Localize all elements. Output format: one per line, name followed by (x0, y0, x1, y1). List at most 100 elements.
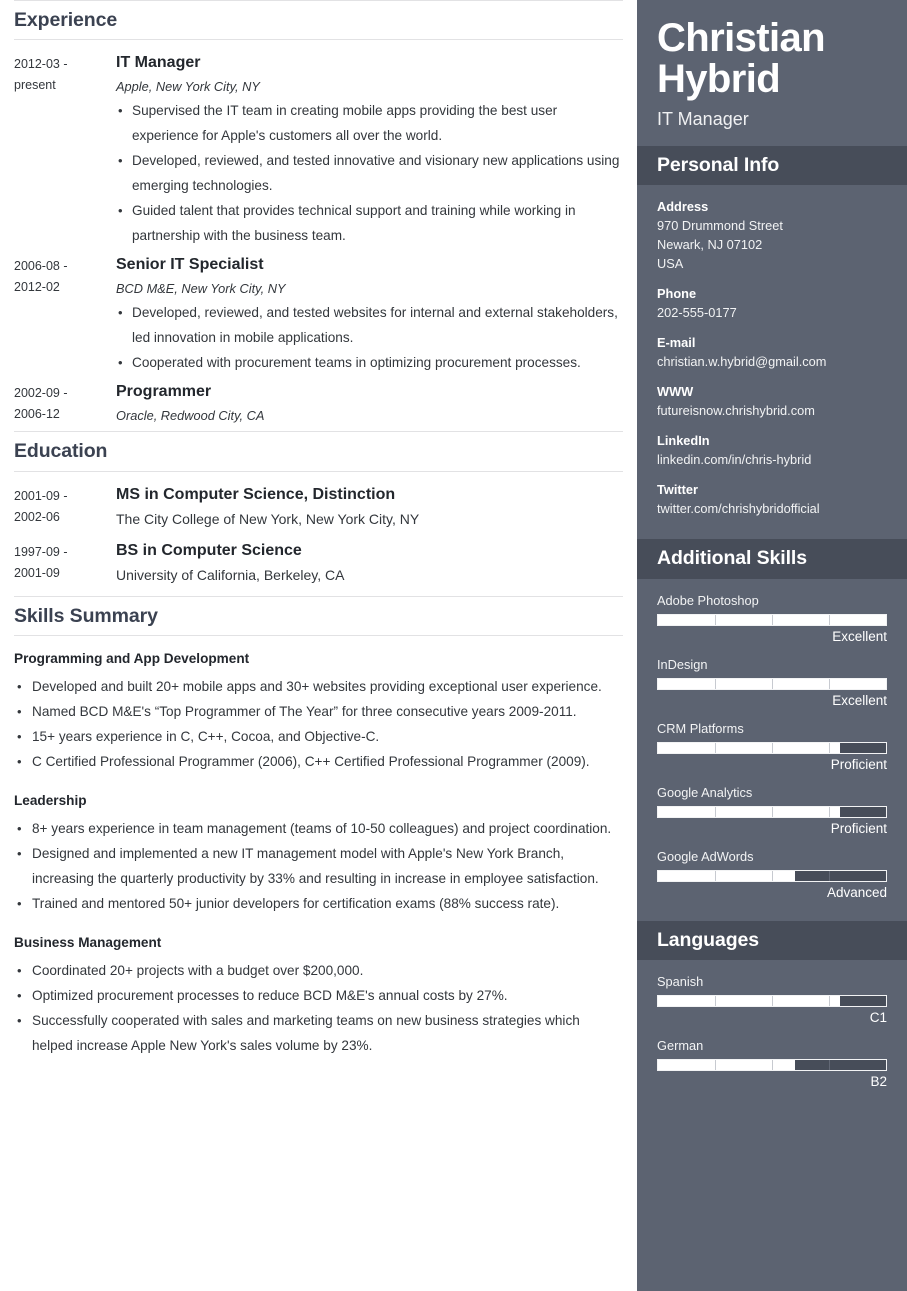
contact-label: Address (657, 199, 709, 215)
contact-value: 970 Drummond Street (657, 218, 783, 234)
contact-value: twitter.com/chrishybridofficial (657, 501, 820, 517)
contact-item: Twitter twitter.com/chrishybridofficial (657, 480, 887, 518)
experience-entry: 2012-03 - present IT Manager Apple, New Yor… (14, 52, 623, 250)
bullet-item: Developed, reviewed, and tested websites… (116, 300, 623, 350)
contact-item: Address 970 Drummond Street Newark, NJ 071… (657, 197, 887, 273)
rating-segment-divider (772, 806, 773, 817)
bullet-list: Coordinated 20+ projects with a budget o… (14, 958, 623, 1058)
entry-body: Programmer Oracle, Redwood City, CA (116, 381, 623, 427)
entry-dates: 2002-09 - 2006-12 (14, 381, 116, 427)
section-header-experience: Experience (14, 0, 623, 41)
education-entries: 2001-09 - 2002-06 MS in Computer Science, … (14, 484, 623, 588)
skill-groups: Programming and App Development Developed… (14, 648, 623, 1058)
experience-entry: 2002-09 - 2006-12 Programmer Oracle, Redwoo… (14, 381, 623, 427)
entry-date-line: 1997-09 - (14, 544, 68, 559)
contact-label: Twitter (657, 482, 698, 498)
bullet-list: 8+ years experience in team management (… (14, 816, 623, 916)
rating-segment-divider (715, 678, 716, 689)
school-name: The City College of New York, New York C… (116, 510, 420, 527)
experience-entry: 2006-08 - 2012-02 Senior IT Specialist BCD … (14, 254, 623, 377)
rating-name: German (657, 1038, 704, 1054)
entry-date-line: 2001-09 (14, 565, 60, 580)
sidebar-header-personal-info: Personal Info (637, 146, 907, 186)
sidebar-header-languages: Languages (637, 920, 907, 961)
rating-segment-divider (715, 870, 716, 881)
bullet-item: Successfully cooperated with sales and m… (14, 1008, 623, 1058)
rating-fill (658, 996, 841, 1007)
degree-title: MS in Computer Science, Distinction (116, 485, 396, 503)
rating-segment-divider (715, 996, 716, 1007)
rating-fill (658, 870, 795, 881)
rating-name: Adobe Photoshop (657, 592, 759, 608)
job-title: Senior IT Specialist (116, 256, 264, 274)
rating-segment-divider (772, 996, 773, 1007)
rating-segment-divider (829, 870, 830, 881)
contact-value: christian.w.hybrid@gmail.com (657, 354, 827, 370)
contact-value: USA (657, 256, 684, 272)
sidebar-section-title: Additional Skills (657, 547, 807, 570)
rating-item: German B2 (657, 1036, 887, 1092)
degree-title: BS in Computer Science (116, 541, 302, 559)
rating-segment-divider (829, 742, 830, 753)
rating-segment-divider (829, 1060, 830, 1071)
bullet-list: Developed, reviewed, and tested websites… (116, 300, 623, 375)
rating-segment-divider (772, 1060, 773, 1071)
skill-group-heading: Leadership (14, 793, 87, 809)
rating-segment-divider (715, 806, 716, 817)
candidate-name: Christian Hybrid (657, 18, 887, 100)
entry-date-line: present (14, 78, 56, 93)
bullet-item: Trained and mentored 50+ junior develope… (14, 891, 623, 916)
rating-segment-divider (829, 806, 830, 817)
contact-value: 202-555-0177 (657, 305, 737, 321)
bullet-item: Named BCD M&E's “Top Programmer of The Y… (14, 699, 623, 724)
rating-name: Google Analytics (657, 784, 753, 800)
contact-label: LinkedIn (657, 433, 710, 449)
entry-dates: 2001-09 - 2002-06 (14, 484, 116, 532)
rating-segment-divider (829, 678, 830, 689)
candidate-name-line2: Hybrid (657, 57, 781, 101)
contact-value: linkedin.com/in/chris-hybrid (657, 452, 812, 468)
rating-item: Spanish C1 (657, 972, 887, 1028)
sidebar-section-title: Languages (657, 928, 760, 951)
entry-dates: 2012-03 - present (14, 52, 116, 250)
section-education: Education 2001-09 - 2002-06 MS in Computer… (14, 431, 623, 587)
section-experience: Experience 2012-03 - present IT Manager App… (14, 0, 623, 427)
rating-segment-divider (772, 678, 773, 689)
rating-track (657, 805, 887, 818)
rating-item: Google AdWords Advanced (657, 847, 887, 903)
rating-segment-divider (829, 614, 830, 625)
rating-name: InDesign (657, 656, 708, 672)
languages-list: Spanish C1 German B2 (637, 960, 907, 1110)
bullet-item: 8+ years experience in team management (… (14, 816, 623, 841)
bullet-item: Optimized procurement processes to reduc… (14, 983, 623, 1008)
rating-track (657, 677, 887, 690)
resume-page: Experience 2012-03 - present IT Manager App… (0, 0, 907, 1291)
entry-date-line: 2006-08 - (14, 259, 68, 274)
rating-item: Google Analytics Proficient (657, 783, 887, 839)
contact-label: E-mail (657, 335, 696, 351)
rating-level: C1 (869, 1010, 887, 1026)
rating-segment-divider (829, 996, 830, 1007)
rating-segment-divider (715, 614, 716, 625)
bullet-list: Developed and built 20+ mobile apps and … (14, 674, 623, 774)
section-title: Education (14, 440, 108, 463)
rating-item: Adobe Photoshop Excellent (657, 591, 887, 647)
section-title: Experience (14, 9, 118, 31)
entry-body: MS in Computer Science, Distinction The C… (116, 484, 623, 532)
section-header-skills-summary: Skills Summary (14, 595, 623, 637)
entry-date-line: 2006-12 (14, 407, 60, 422)
rating-level: Proficient (830, 820, 887, 836)
job-company: Apple, New York City, NY (116, 79, 260, 95)
entry-body: Senior IT Specialist BCD M&E, New York Ci… (116, 254, 623, 377)
rating-item: CRM Platforms Proficient (657, 719, 887, 775)
rating-segment-divider (715, 1060, 716, 1071)
bullet-item: Supervised the IT team in creating mobil… (116, 98, 623, 148)
bullet-item: Developed, reviewed, and tested innovati… (116, 148, 623, 198)
contact-item: Phone 202-555-0177 (657, 284, 887, 322)
rating-track (657, 869, 887, 882)
bullet-list: Supervised the IT team in creating mobil… (116, 98, 623, 248)
education-entry: 1997-09 - 2001-09 BS in Computer Science Un… (14, 540, 623, 588)
rating-item: InDesign Excellent (657, 655, 887, 711)
section-title: Skills Summary (14, 604, 158, 627)
entry-body: BS in Computer Science University of Cali… (116, 540, 623, 588)
